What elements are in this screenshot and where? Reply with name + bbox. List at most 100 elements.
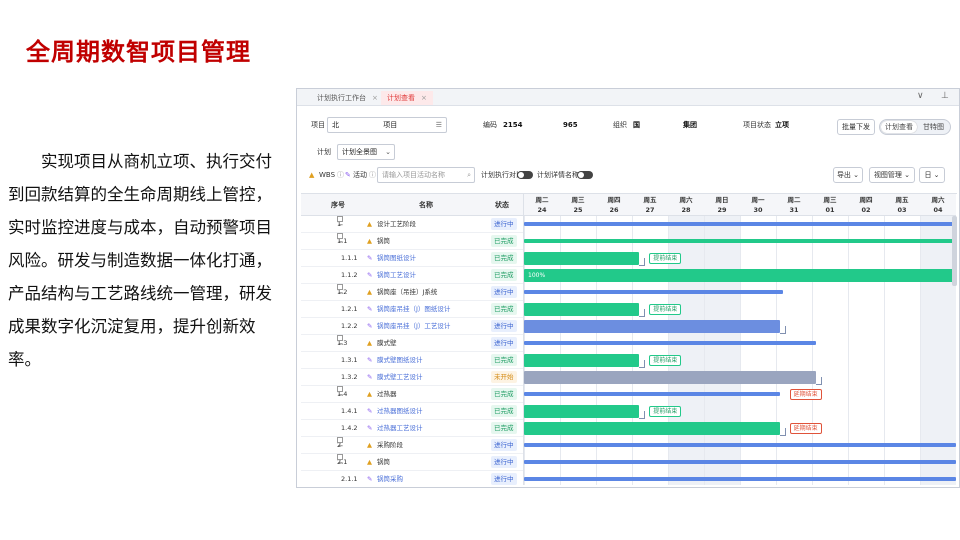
wbs-icon: ▲ <box>367 339 372 347</box>
view-gantt-button[interactable]: 甘特图 <box>917 121 950 133</box>
early-end-tag: 提前结束 <box>649 406 682 417</box>
bar-progress-label: 100% <box>528 272 546 279</box>
collapse-icon[interactable]: − <box>337 284 343 297</box>
day-number: 03 <box>897 206 907 214</box>
table-row[interactable]: 1.3.1 ✎ 膜式壁图纸设计 已完成 <box>301 352 523 369</box>
row-code: −2 <box>337 437 343 454</box>
collapse-icon[interactable]: − <box>337 335 343 348</box>
table-row[interactable]: 1.4.2 ✎ 过热器工艺设计 已完成 <box>301 420 523 437</box>
gantt-bar[interactable] <box>524 422 780 435</box>
view-plan-button[interactable]: 计划查看 <box>881 121 917 133</box>
dependency-link <box>639 360 646 368</box>
table-row[interactable]: 1.3.2 ✎ 膜式壁工艺设计 未开始 <box>301 369 523 386</box>
close-icon[interactable]: × <box>421 94 427 102</box>
gantt-bar[interactable] <box>524 371 816 384</box>
row-name: 膜式壁 <box>377 339 397 347</box>
table-row[interactable]: 1.1.2 ✎ 锅筒工艺设计 已完成 <box>301 267 523 284</box>
activity-icon: ✎ <box>367 356 373 364</box>
table-row[interactable]: 2.1.1 ✎ 锅筒采购 进行中 <box>301 471 523 485</box>
tab-plan-workbench[interactable]: 计划执行工作台 × <box>311 91 384 105</box>
row-name[interactable]: 过热器工艺设计 <box>377 420 423 437</box>
gantt-bar[interactable] <box>524 392 780 396</box>
gantt-bar[interactable] <box>524 222 956 226</box>
dependency-link <box>815 377 822 385</box>
status-badge: 进行中 <box>491 456 517 468</box>
gantt-bar[interactable] <box>524 460 956 464</box>
upload-icon[interactable]: ⊥ <box>941 91 949 101</box>
export-button[interactable]: 导出 ⌄ <box>833 167 863 183</box>
gantt-bar[interactable] <box>524 290 784 294</box>
row-name[interactable]: 锅筒采购 <box>377 471 403 485</box>
day-header: 周三 25 <box>560 194 596 216</box>
task-table-header: 序号 名称 状态 <box>301 194 523 216</box>
collapse-icon[interactable]: − <box>337 454 343 467</box>
row-name[interactable]: 锅筒工艺设计 <box>377 267 416 284</box>
list-icon[interactable]: ☰ <box>436 118 442 132</box>
row-name[interactable]: 过热器图纸设计 <box>377 403 423 420</box>
day-scale-select[interactable]: 日 ⌄ <box>919 167 945 183</box>
row-code: −1 <box>337 216 343 233</box>
gantt-bar[interactable] <box>524 477 956 481</box>
search-icon[interactable]: ⌕ <box>467 168 471 182</box>
table-row[interactable]: 1.4.1 ✎ 过热器图纸设计 已完成 <box>301 403 523 420</box>
vertical-scrollbar[interactable] <box>952 216 957 286</box>
batch-issue-button[interactable]: 批量下发 <box>837 119 875 135</box>
gantt-bar[interactable] <box>524 405 640 418</box>
gantt-bar[interactable] <box>524 320 780 333</box>
gantt-bar[interactable] <box>524 443 956 447</box>
day-header: 周日 29 <box>704 194 740 216</box>
plan-label: 计划 <box>317 148 331 156</box>
row-code: 1.3.1 <box>341 352 358 369</box>
activity-icon: ✎ <box>367 373 373 381</box>
activity-icon: ✎ <box>367 305 373 313</box>
gantt-bar[interactable] <box>524 252 640 265</box>
gantt-bar[interactable] <box>524 341 816 345</box>
project-input[interactable]: 北 项目 ☰ <box>327 117 447 133</box>
column-name: 名称 <box>419 201 433 209</box>
row-code-text: 1.4.1 <box>341 407 358 415</box>
row-name[interactable]: 膜式壁工艺设计 <box>377 369 423 386</box>
view-manage-button[interactable]: 视图管理 ⌄ <box>869 167 915 183</box>
detail-label: 计划详情名称 <box>537 171 579 179</box>
day-header: 周二 24 <box>524 194 560 216</box>
gantt-bar[interactable] <box>524 354 640 367</box>
tab-label: 计划执行工作台 <box>317 94 366 102</box>
row-name[interactable]: 锅筒座吊挂（J）图纸设计 <box>377 301 450 318</box>
minimize-icon[interactable]: ∨ <box>917 91 924 101</box>
table-row[interactable]: −2.1 ▲ 锅筒 进行中 <box>301 454 523 471</box>
gantt-bar[interactable] <box>524 239 956 243</box>
project-value-suffix: 项目 <box>383 121 398 129</box>
status-badge: 进行中 <box>491 473 517 485</box>
collapse-icon[interactable]: − <box>337 437 343 450</box>
collapse-icon[interactable]: − <box>337 386 343 399</box>
plan-select[interactable]: 计划全景图 ⌄ <box>337 144 395 160</box>
gantt-bar[interactable]: 100% <box>524 269 956 282</box>
table-row[interactable]: 1.1.1 ✎ 锅筒图纸设计 已完成 <box>301 250 523 267</box>
row-code: −1.4 <box>337 386 347 403</box>
collapse-icon[interactable]: − <box>337 233 343 246</box>
table-row[interactable]: −1 ▲ 设计工艺阶段 进行中 <box>301 216 523 233</box>
compare-toggle[interactable] <box>517 171 533 179</box>
table-row[interactable]: 1.2.2 ✎ 锅筒座吊挂（J）工艺设计 进行中 <box>301 318 523 335</box>
table-row[interactable]: −1.2 ▲ 锅筒座（吊挂）J系统 进行中 <box>301 284 523 301</box>
chevron-down-icon: ⌄ <box>385 148 391 156</box>
table-row[interactable]: −1.1 ▲ 锅筒 已完成 <box>301 233 523 250</box>
close-icon[interactable]: × <box>372 94 378 102</box>
table-row[interactable]: −1.4 ▲ 过热器 已完成 <box>301 386 523 403</box>
table-row[interactable]: −2 ▲ 采购阶段 进行中 <box>301 437 523 454</box>
table-row[interactable]: 1.2.1 ✎ 锅筒座吊挂（J）图纸设计 已完成 <box>301 301 523 318</box>
search-input[interactable]: 请输入项目活动名称 ⌕ <box>377 167 475 183</box>
row-name[interactable]: 锅筒座吊挂（J）工艺设计 <box>377 318 450 335</box>
row-name: 锅筒 <box>377 458 390 466</box>
row-code-text: 1.1.1 <box>341 254 358 262</box>
day-header: 周六 28 <box>668 194 704 216</box>
code-value-a: 2154 <box>503 121 523 129</box>
project-status-value: 立项 <box>775 121 789 129</box>
table-row[interactable]: −1.3 ▲ 膜式壁 进行中 <box>301 335 523 352</box>
row-name[interactable]: 膜式壁图纸设计 <box>377 352 423 369</box>
detail-toggle[interactable] <box>577 171 593 179</box>
tab-plan-view[interactable]: 计划查看 × <box>381 91 433 105</box>
gantt-bar[interactable] <box>524 303 640 316</box>
collapse-icon[interactable]: − <box>337 216 343 229</box>
row-name[interactable]: 锅筒图纸设计 <box>377 250 416 267</box>
